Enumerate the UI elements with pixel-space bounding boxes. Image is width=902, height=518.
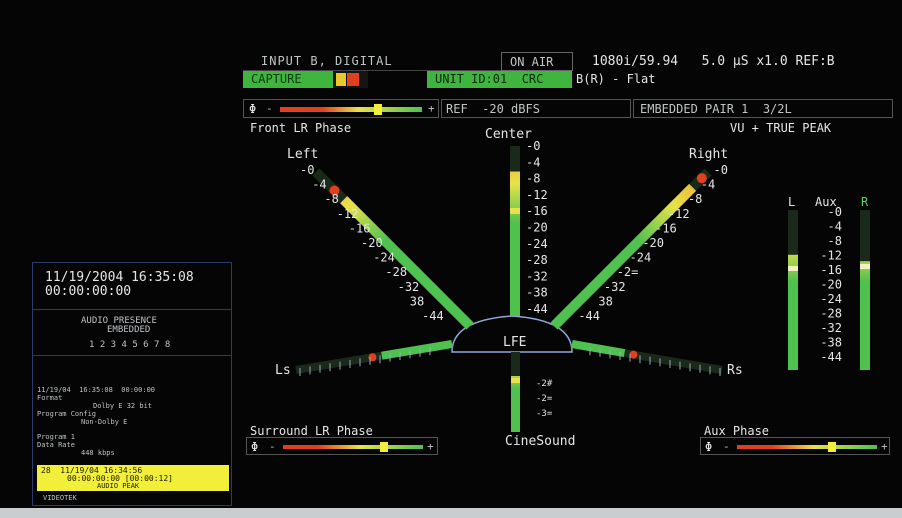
log-line-6: Program 1 (37, 433, 75, 441)
aux-phase-bar (737, 445, 877, 449)
rs-meter-bar (571, 340, 626, 358)
log-line-4: Program Config (37, 410, 97, 418)
center-scale-tick: -16 (526, 204, 548, 218)
center-scale-tick: -38 (526, 286, 548, 300)
aux-phase-symbol-icon: Φ (705, 440, 713, 454)
left-scale-tick: -16 (349, 221, 371, 235)
aux-r-bar (860, 261, 870, 370)
aux-l-label: L (788, 195, 796, 209)
aux-scale-tick: -44 (820, 350, 842, 364)
audio-monitor-screen: INPUT B, DIGITAL ON AIR 1080i/59.94 5.0 … (0, 0, 902, 510)
channel-label-lfe: LFE (503, 335, 527, 350)
log-line-8: 448 kbps (81, 449, 115, 457)
center-meter-bar (510, 171, 520, 316)
center-scale-tick: -28 (526, 253, 548, 267)
log-line-1: 11/19/04 16:35:08 00:00:00 (37, 386, 156, 394)
rs-meter-peak-hold (629, 350, 638, 359)
surround-phase-symbol-icon: Φ (251, 440, 259, 454)
right-scale-tick: -2= (617, 265, 639, 279)
right-scale-tick: -12 (668, 207, 690, 221)
aux-scale-tick: -8 (828, 234, 842, 248)
cinesound-label: CineSound (505, 434, 576, 449)
audio-presence-sub: EMBEDDED (107, 325, 151, 335)
right-scale-tick: -44 (578, 309, 600, 323)
channel-label-rs: Rs (727, 363, 743, 378)
left-meter-bar (340, 196, 474, 330)
aux-l-bar (788, 254, 798, 370)
alarm-line-3: AUDIO PEAK (97, 482, 140, 490)
left-scale-tick: -28 (385, 265, 407, 279)
aux-r-label: R (861, 195, 869, 209)
panel-timecode: 00:00:00:00 (45, 284, 132, 299)
aux-r-peak-hold (860, 264, 870, 269)
status-panel: 11/19/2004 16:35:08 00:00:00:00 AUDIO PR… (32, 262, 232, 506)
right-scale-tick: -24 (630, 251, 652, 265)
lfe-scale-tick: -2# (536, 379, 553, 389)
left-scale-tick: -20 (361, 236, 383, 250)
aux-phase-label: Aux Phase (704, 424, 770, 438)
left-scale-tick: -8 (324, 192, 338, 206)
channel-label-center: Center (485, 127, 532, 142)
aux-phase-minus: - (723, 440, 730, 453)
aux-scale-tick: -28 (820, 307, 842, 321)
surround-phase-meter: Φ - + (246, 437, 438, 455)
aux-scale-tick: -32 (820, 321, 842, 335)
surround-phase-bar (283, 445, 423, 449)
center-peak-hold (510, 208, 520, 214)
right-scale-tick: -4 (701, 178, 715, 192)
center-scale-tick: -32 (526, 269, 548, 283)
panel-datetime: 11/19/2004 16:35:08 (45, 270, 194, 285)
lfe-scale-tick: -3= (536, 409, 553, 419)
alarm-entry[interactable]: 28 11/19/04 16:34:56 00:00:00:00 [00:00:… (37, 465, 229, 491)
log-line-7: Data Rate (37, 441, 75, 449)
aux-phase-meter: Φ - + (700, 437, 890, 455)
center-scale-tick: -12 (526, 188, 548, 202)
audio-presence-channels: 1 2 3 4 5 6 7 8 (89, 340, 171, 350)
left-scale-tick: -44 (422, 309, 444, 323)
aux-scale-tick: -24 (820, 292, 842, 306)
aux-scale-tick: -38 (820, 336, 842, 350)
center-scale-tick: -20 (526, 221, 548, 235)
left-scale-tick: -24 (373, 251, 395, 265)
center-scale-tick: -4 (526, 155, 540, 169)
left-scale-tick: 38 (410, 294, 424, 308)
lfe-peak-hold (511, 378, 520, 383)
brand-footer: VIDEOTEK (43, 494, 77, 502)
left-scale-tick: -12 (337, 207, 359, 221)
monitor-bezel (0, 508, 902, 518)
channel-label-ls: Ls (275, 363, 291, 378)
right-scale-tick: 38 (598, 294, 612, 308)
right-scale-tick: -16 (655, 221, 677, 235)
surround-phase-label: Surround LR Phase (250, 424, 373, 438)
aux-label: Aux (815, 195, 837, 209)
left-scale-tick: -32 (398, 280, 420, 294)
aux-scale-tick: -4 (828, 220, 842, 234)
right-scale-tick: -32 (604, 280, 626, 294)
lfe-scale-tick: -2= (536, 394, 553, 404)
aux-scale-tick: -16 (820, 263, 842, 277)
surround-phase-plus: + (427, 440, 434, 453)
channel-label-right: Right (689, 147, 729, 162)
aux-phase-plus: + (881, 440, 888, 453)
aux-scale-tick: -20 (820, 278, 842, 292)
aux-scale-tick: -12 (820, 249, 842, 263)
aux-phase-marker (828, 442, 837, 452)
right-scale-tick: -20 (642, 236, 664, 250)
surround-phase-marker (379, 442, 388, 452)
right-scale-tick: -0 (714, 163, 728, 177)
left-scale-tick: -4 (312, 178, 326, 192)
center-scale-tick: -8 (526, 172, 540, 186)
channel-label-left: Left (287, 147, 319, 162)
log-line-2: Format (37, 394, 63, 402)
lfe-meter-bar (511, 376, 520, 432)
log-line-3: Dolby E 32 bit (93, 402, 153, 410)
log-line-5: Non-Dolby E (81, 418, 128, 426)
center-scale-tick: -24 (526, 237, 548, 251)
center-scale-tick: -44 (526, 302, 548, 316)
surround-phase-minus: - (269, 440, 276, 453)
ls-meter-bar (381, 340, 453, 360)
right-scale-tick: -8 (688, 192, 702, 206)
aux-l-peak-hold (788, 266, 798, 271)
left-scale-tick: -0 (300, 163, 314, 177)
